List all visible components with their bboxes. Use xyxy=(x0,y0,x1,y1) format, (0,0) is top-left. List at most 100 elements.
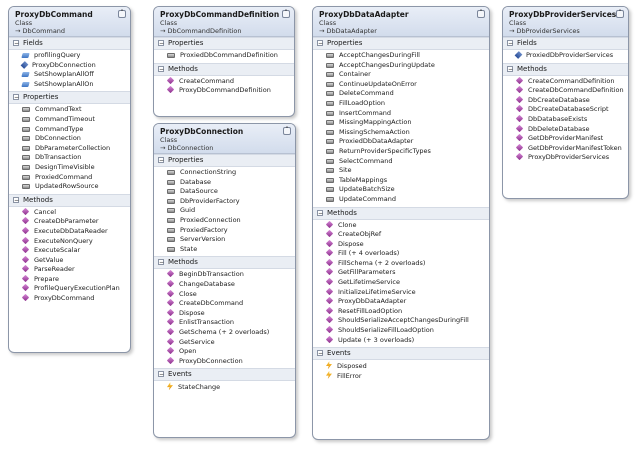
member-item[interactable]: InitializeLifetimeService xyxy=(313,287,489,298)
member-item[interactable]: DbProviderFactory xyxy=(154,197,295,207)
member-item[interactable]: ResetFillLoadOption xyxy=(313,306,489,317)
member-item[interactable]: Database xyxy=(154,178,295,188)
section-toggle-icon[interactable]: − xyxy=(317,40,323,47)
member-item[interactable]: UpdateBatchSize xyxy=(313,185,489,195)
section-toggle-icon[interactable]: − xyxy=(13,196,19,203)
member-item[interactable]: ConnectionString xyxy=(154,168,295,178)
section-header-properties[interactable]: − Properties xyxy=(9,91,130,105)
member-item[interactable]: DbConnection xyxy=(9,134,130,144)
member-item[interactable]: SelectCommand xyxy=(313,157,489,167)
class-box-proxydbcommand[interactable]: ProxyDbCommand Class → DbCommand ˄ − Fields pr… xyxy=(8,6,131,353)
member-item[interactable]: Guid xyxy=(154,206,295,216)
member-item[interactable]: FillLoadOption xyxy=(313,99,489,109)
section-toggle-icon[interactable]: − xyxy=(317,209,323,216)
member-item[interactable]: DbParameterCollection xyxy=(9,144,130,154)
member-item[interactable]: ShouldSerializeAcceptChangesDuringFill xyxy=(313,316,489,326)
member-item[interactable]: GetDbProviderManifest xyxy=(503,133,628,144)
member-item[interactable]: StateChange xyxy=(154,382,295,392)
member-item[interactable]: FillError xyxy=(313,370,489,381)
member-item[interactable]: DbTransaction xyxy=(9,153,130,163)
member-item[interactable]: CreateDbCommand xyxy=(154,298,295,309)
member-item[interactable]: AcceptChangesDuringUpdate xyxy=(313,61,489,71)
member-item[interactable]: Close xyxy=(154,289,295,300)
member-item[interactable]: Dispose xyxy=(154,308,295,319)
member-item[interactable]: DbDeleteDatabase xyxy=(503,124,628,135)
section-header-fields[interactable]: − Fields xyxy=(503,37,628,50)
section-header-properties[interactable]: − Properties xyxy=(154,154,295,167)
member-item[interactable]: InsertCommand xyxy=(313,109,489,119)
section-toggle-icon[interactable]: − xyxy=(158,259,164,266)
member-item[interactable]: EnlistTransaction xyxy=(154,318,295,328)
member-item[interactable]: CommandType xyxy=(9,125,130,135)
member-item[interactable]: CreateObjRef xyxy=(313,229,489,240)
member-item[interactable]: GetSchema (+ 2 overloads) xyxy=(154,327,295,338)
member-item[interactable]: ProxyDbDataAdapter xyxy=(313,297,489,307)
member-item[interactable]: MissingSchemaAction xyxy=(313,128,489,138)
member-item[interactable]: Container xyxy=(313,70,489,80)
member-item[interactable]: ExecuteScalar xyxy=(9,245,130,256)
collapse-chevron-icon[interactable]: ˄ xyxy=(282,10,290,18)
member-item[interactable]: Open xyxy=(154,346,295,357)
member-item[interactable]: CommandTimeout xyxy=(9,115,130,125)
class-box-proxydbproviderservices[interactable]: ProxyDbProviderServices Class → DbProvider… xyxy=(502,6,629,199)
member-item[interactable]: ProxyDbConnection xyxy=(9,61,130,71)
member-item[interactable]: ServerVersion xyxy=(154,235,295,245)
member-item[interactable]: profilingQuery xyxy=(9,51,130,61)
member-item[interactable]: DbCreateDatabase xyxy=(503,95,628,106)
section-toggle-icon[interactable]: − xyxy=(158,371,164,378)
section-header-methods[interactable]: − Methods xyxy=(313,206,489,220)
section-toggle-icon[interactable]: − xyxy=(13,40,19,47)
section-toggle-icon[interactable]: − xyxy=(158,40,164,47)
class-box-proxydbdataadapter[interactable]: ProxyDbDataAdapter Class → DbDataAdapter ˄ −… xyxy=(312,6,490,440)
member-item[interactable]: GetDbProviderManifestToken xyxy=(503,143,628,154)
section-header-events[interactable]: − Events xyxy=(154,368,295,382)
member-item[interactable]: ShouldSerializeFillLoadOption xyxy=(313,325,489,336)
member-item[interactable]: DesignTimeVisible xyxy=(9,163,130,173)
section-header-fields[interactable]: − Fields xyxy=(9,37,130,50)
member-item[interactable]: ProxiedDbDataAdapter xyxy=(313,137,489,147)
section-toggle-icon[interactable]: − xyxy=(317,350,323,357)
member-item[interactable]: SetShowplanAllOff xyxy=(9,70,130,80)
member-item[interactable]: Prepare xyxy=(9,274,130,285)
section-header-methods[interactable]: − Methods xyxy=(154,62,294,76)
member-item[interactable]: ProxyDbProviderServices xyxy=(503,153,628,163)
member-item[interactable]: ProfileQueryExecutionPlan xyxy=(9,284,130,294)
member-item[interactable]: CreateCommandDefinition xyxy=(503,76,628,87)
member-item[interactable]: UpdateCommand xyxy=(313,195,489,205)
member-item[interactable]: GetLifetimeService xyxy=(313,277,489,288)
member-item[interactable]: CreateDbCommandDefinition xyxy=(503,85,628,96)
member-item[interactable]: CreateCommand xyxy=(154,76,294,87)
member-item[interactable]: GetValue xyxy=(9,255,130,266)
member-item[interactable]: ContinueUpdateOnError xyxy=(313,80,489,90)
member-item[interactable]: ReturnProviderSpecificTypes xyxy=(313,147,489,157)
member-item[interactable]: BeginDbTransaction xyxy=(154,270,295,280)
section-toggle-icon[interactable]: − xyxy=(158,157,164,164)
member-item[interactable]: ExecuteNonQuery xyxy=(9,236,130,247)
class-box-proxydbcommanddefinition[interactable]: ProxyDbCommandDefinition Class → DbCommand… xyxy=(153,6,295,117)
member-item[interactable]: ExecuteDbDataReader xyxy=(9,226,130,237)
member-item[interactable]: FillSchema (+ 2 overloads) xyxy=(313,258,489,269)
collapse-chevron-icon[interactable]: ˄ xyxy=(616,10,624,18)
section-header-methods[interactable]: − Methods xyxy=(9,193,130,207)
member-item[interactable]: AcceptChangesDuringFill xyxy=(313,51,489,61)
member-item[interactable]: ProxiedDbProviderServices xyxy=(503,51,628,61)
member-item[interactable]: CreateDbParameter xyxy=(9,217,130,227)
member-item[interactable]: DbCreateDatabaseScript xyxy=(503,105,628,115)
member-item[interactable]: MissingMappingAction xyxy=(313,118,489,128)
collapse-chevron-icon[interactable]: ˄ xyxy=(118,10,126,18)
member-item[interactable]: GetFillParameters xyxy=(313,268,489,278)
member-item[interactable]: Fill (+ 4 overloads) xyxy=(313,249,489,259)
member-item[interactable]: ProxiedCommand xyxy=(9,173,130,183)
member-item[interactable]: ChangeDatabase xyxy=(154,279,295,290)
member-item[interactable]: TableMappings xyxy=(313,176,489,186)
member-item[interactable]: DeleteCommand xyxy=(313,89,489,99)
section-toggle-icon[interactable]: − xyxy=(13,94,19,101)
member-item[interactable]: Update (+ 3 overloads) xyxy=(313,335,489,346)
member-item[interactable]: CommandText xyxy=(9,105,130,115)
member-item[interactable]: Dispose xyxy=(313,239,489,250)
member-item[interactable]: ProxyDbConnection xyxy=(154,356,295,367)
member-item[interactable]: DbDatabaseExists xyxy=(503,114,628,125)
section-header-events[interactable]: − Events xyxy=(313,347,489,361)
section-header-methods[interactable]: − Methods xyxy=(503,62,628,76)
section-header-properties[interactable]: − Properties xyxy=(313,37,489,50)
